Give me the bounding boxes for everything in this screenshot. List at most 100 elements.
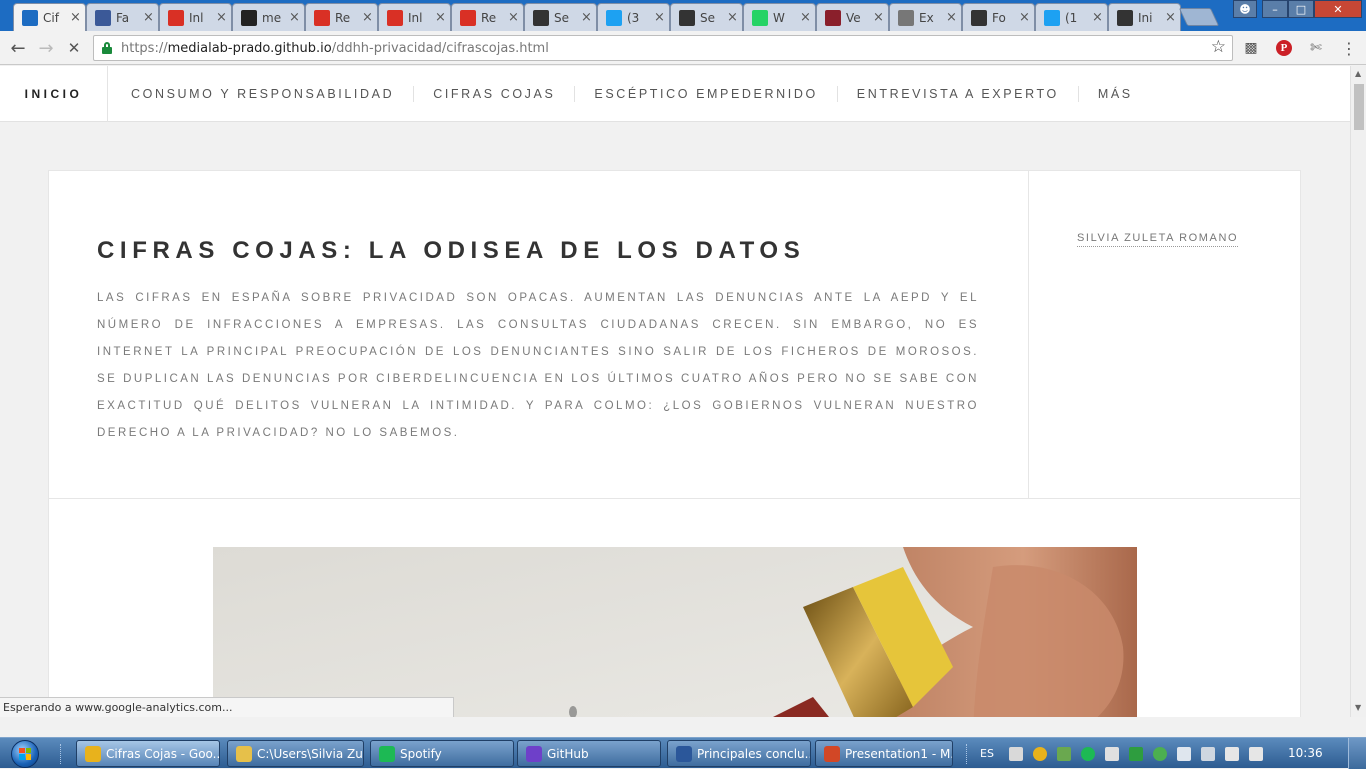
close-window-button[interactable]: ✕ — [1314, 0, 1362, 18]
bookmark-star-icon[interactable]: ☆ — [1211, 37, 1226, 57]
tab-close-icon[interactable]: × — [143, 10, 154, 25]
spotify-tray-icon[interactable] — [1080, 746, 1095, 761]
browser-tab[interactable]: W × — [743, 3, 816, 31]
tab-close-icon[interactable]: × — [800, 10, 811, 25]
browser-tab[interactable]: Re × — [451, 3, 524, 31]
taskbar-button[interactable]: GitHub — [517, 740, 661, 767]
medialab-prado-icon — [679, 9, 695, 26]
taskbar-button[interactable]: Principales conclu... — [667, 740, 811, 767]
start-button[interactable] — [8, 738, 42, 769]
author-link[interactable]: SILVIA ZULETA ROMANO — [1077, 232, 1239, 247]
page-viewport: INICIO CONSUMO Y RESPONSABILIDAD CIFRAS C… — [0, 66, 1350, 717]
taskbar-button[interactable]: Cifras Cojas - Goo... — [76, 740, 220, 767]
tab-close-icon[interactable]: × — [362, 10, 373, 25]
gmail-icon — [168, 9, 184, 26]
update-icon[interactable] — [1152, 746, 1167, 761]
browser-tab[interactable]: Ex × — [889, 3, 962, 31]
browser-tab[interactable]: Ini × — [1108, 3, 1181, 31]
browser-tab-strip: Cif × Fa × Inl × me × Re × Inl × Re × Se × (3 × Se × W × Ve × Ex… — [0, 0, 1366, 31]
nav-home-link[interactable]: INICIO — [0, 66, 108, 122]
browser-tab[interactable]: Fa × — [86, 3, 159, 31]
tab-title: Ini — [1138, 10, 1153, 25]
gmail-icon — [314, 9, 330, 26]
tab-close-icon[interactable]: × — [873, 10, 884, 25]
volume-icon[interactable] — [1104, 746, 1119, 761]
article-header-main: CIFRAS COJAS: LA ODISEA DE LOS DATOS Las… — [49, 171, 1029, 498]
back-button[interactable]: ← — [6, 36, 30, 60]
lock-icon — [102, 42, 112, 54]
taskbar-button-label: C:\Users\Silvia Zul... — [257, 746, 363, 761]
maximize-button[interactable]: □ — [1288, 0, 1314, 18]
new-tab-button[interactable] — [1178, 8, 1220, 26]
browser-tab[interactable]: (3 × — [597, 3, 670, 31]
tab-close-icon[interactable]: × — [654, 10, 665, 25]
browser-tab[interactable]: Ve × — [816, 3, 889, 31]
tab-close-icon[interactable]: × — [946, 10, 957, 25]
nav-item[interactable]: CIFRAS COJAS — [413, 86, 574, 102]
document-icon — [898, 9, 914, 26]
tab-close-icon[interactable]: × — [1165, 10, 1176, 25]
signal-icon[interactable] — [1224, 746, 1239, 761]
browser-tab[interactable]: Inl × — [378, 3, 451, 31]
pinterest-extension-icon[interactable]: P — [1273, 37, 1295, 59]
keyboard-icon[interactable] — [1008, 746, 1023, 761]
chrome-tray-icon[interactable] — [1032, 746, 1047, 761]
input-language[interactable]: ES — [980, 747, 994, 760]
twitter-icon — [1044, 9, 1060, 26]
extension-icon[interactable]: ✄ — [1305, 37, 1327, 59]
browser-tab[interactable]: Re × — [305, 3, 378, 31]
browser-tab[interactable]: me × — [232, 3, 305, 31]
stop-loading-button[interactable]: ✕ — [62, 36, 86, 60]
nav-item[interactable]: CONSUMO Y RESPONSABILIDAD — [108, 86, 413, 102]
page-scrollbar[interactable]: ▲ ▼ — [1350, 66, 1366, 717]
site-navigation: INICIO CONSUMO Y RESPONSABILIDAD CIFRAS C… — [0, 66, 1350, 122]
taskbar-button-label: Presentation1 - M... — [845, 746, 952, 761]
nav-item[interactable]: MÁS — [1077, 86, 1152, 102]
powerpoint-icon — [824, 745, 840, 762]
security-icon[interactable] — [1056, 746, 1071, 761]
github-desktop-icon — [526, 745, 542, 762]
user-profile-icon[interactable]: ☻ — [1233, 0, 1257, 18]
tab-title: Re — [481, 10, 497, 25]
medialab-prado-icon — [533, 9, 549, 26]
browser-tab[interactable]: (1 × — [1035, 3, 1108, 31]
taskbar-button[interactable]: Presentation1 - M... — [815, 740, 953, 767]
scroll-thumb[interactable] — [1354, 84, 1364, 130]
browser-tab[interactable]: Cif × — [13, 3, 86, 31]
network-icon[interactable] — [1200, 746, 1215, 761]
speaker-icon[interactable] — [1248, 746, 1263, 761]
tray-grip — [966, 744, 968, 764]
tab-close-icon[interactable]: × — [1092, 10, 1103, 25]
taskbar-button[interactable]: C:\Users\Silvia Zul... — [227, 740, 364, 767]
nav-item[interactable]: ESCÉPTICO EMPEDERNIDO — [574, 86, 836, 102]
tab-close-icon[interactable]: × — [289, 10, 300, 25]
chrome-menu-icon[interactable]: ⋮ — [1338, 37, 1360, 59]
browser-tab[interactable]: Se × — [524, 3, 597, 31]
tab-close-icon[interactable]: × — [216, 10, 227, 25]
browser-tab[interactable]: Inl × — [159, 3, 232, 31]
cast-icon[interactable]: ▩ — [1240, 37, 1262, 59]
browser-tab[interactable]: Fo × — [962, 3, 1035, 31]
taskbar-clock[interactable]: 10:36 — [1288, 746, 1323, 760]
taskbar-button[interactable]: Spotify — [370, 740, 514, 767]
tab-close-icon[interactable]: × — [1019, 10, 1030, 25]
forward-button[interactable]: → — [34, 36, 58, 60]
tab-close-icon[interactable]: × — [70, 10, 81, 25]
action-center-flag-icon[interactable] — [1176, 746, 1191, 761]
tab-close-icon[interactable]: × — [581, 10, 592, 25]
nav-menu: CONSUMO Y RESPONSABILIDAD CIFRAS COJAS ESC… — [108, 66, 1152, 122]
tab-close-icon[interactable]: × — [727, 10, 738, 25]
monitor-icon — [825, 9, 841, 26]
article-body-card — [48, 498, 1301, 717]
tab-close-icon[interactable]: × — [508, 10, 519, 25]
show-desktop-button[interactable] — [1348, 738, 1366, 769]
scroll-down-arrow-icon[interactable]: ▼ — [1355, 703, 1361, 712]
tab-close-icon[interactable]: × — [435, 10, 446, 25]
browser-tab[interactable]: Se × — [670, 3, 743, 31]
sync-check-icon[interactable] — [1128, 746, 1143, 761]
nav-item[interactable]: ENTREVISTA A EXPERTO — [836, 86, 1078, 102]
address-bar[interactable]: https://medialab-prado.github.io/ddhh-pr… — [93, 35, 1233, 61]
loading-spinner-icon — [22, 9, 38, 26]
minimize-button[interactable]: – — [1262, 0, 1288, 18]
scroll-up-arrow-icon[interactable]: ▲ — [1355, 69, 1361, 78]
